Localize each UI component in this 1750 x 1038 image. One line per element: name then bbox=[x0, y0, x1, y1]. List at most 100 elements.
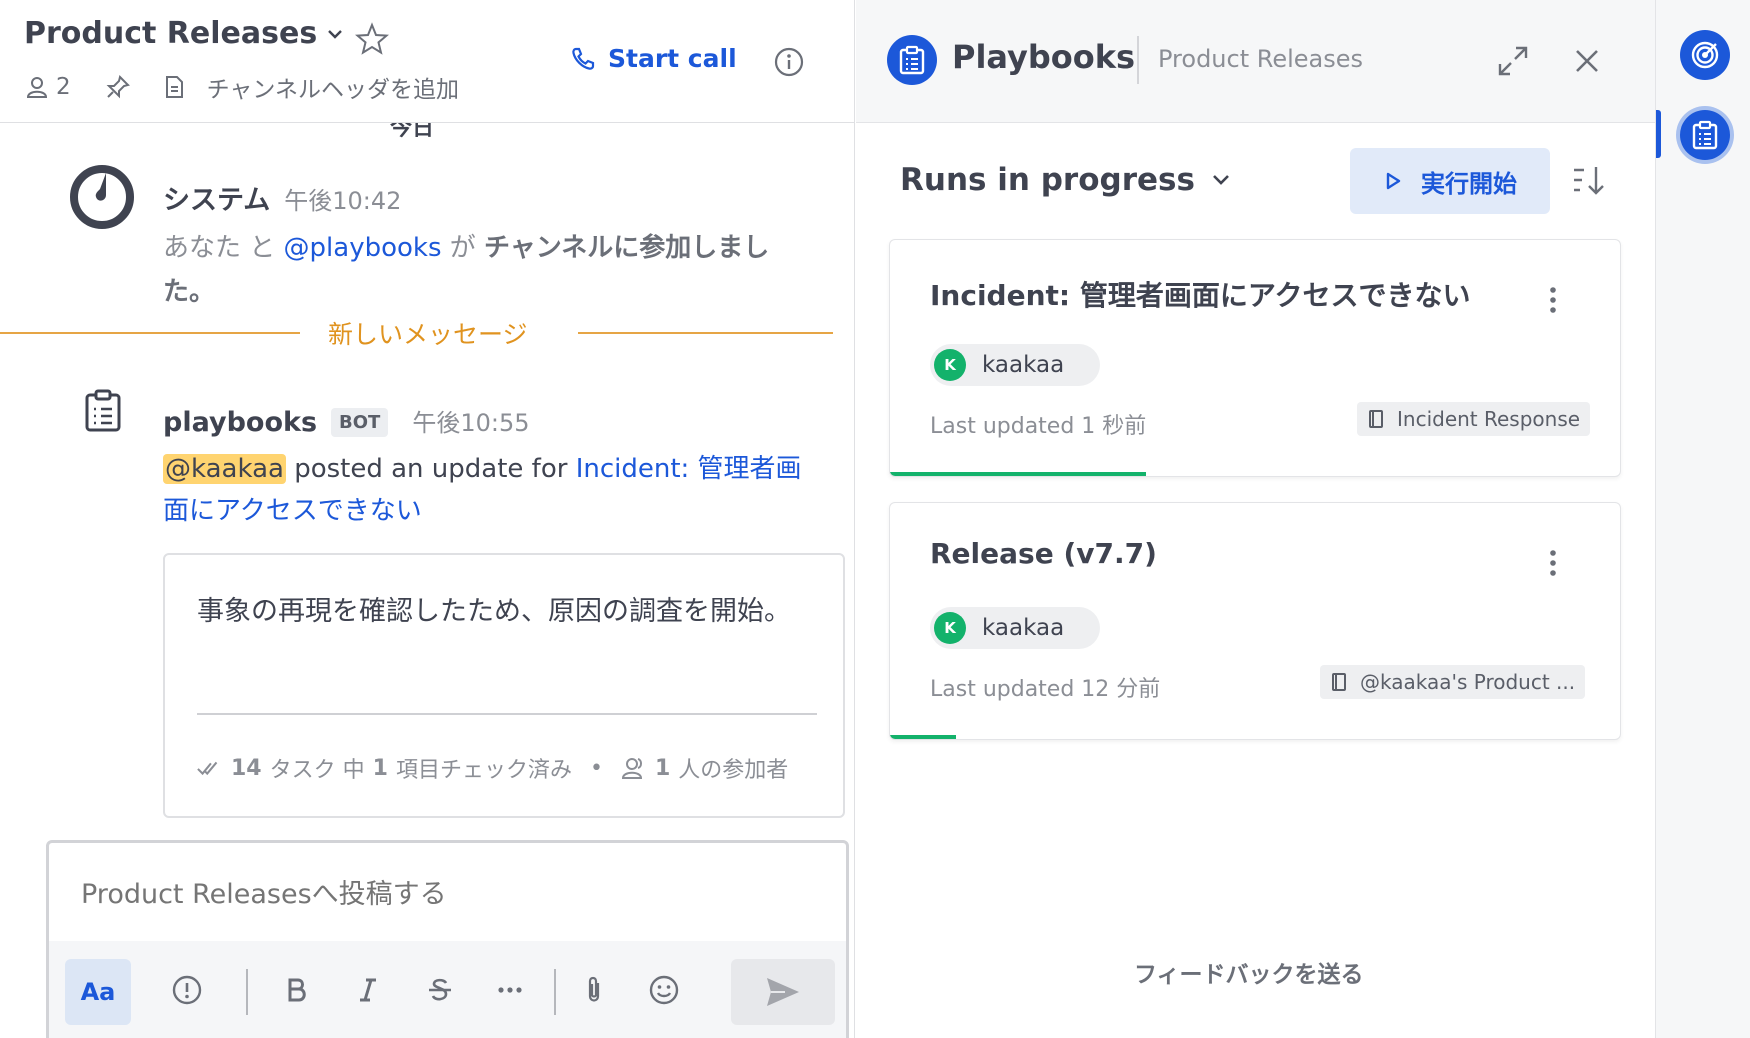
system-post-text: あなた と @playbooks が チャンネルに参加しました。 bbox=[163, 226, 783, 314]
more-vertical-icon[interactable] bbox=[1546, 284, 1560, 316]
target-icon bbox=[1691, 41, 1719, 69]
post-author[interactable]: システム bbox=[163, 178, 270, 217]
chevron-down-icon bbox=[1213, 175, 1229, 185]
active-indicator bbox=[1656, 110, 1661, 158]
post-text: posted an update for bbox=[285, 454, 576, 484]
add-channel-header-link[interactable]: チャンネルヘッダを追加 bbox=[207, 70, 459, 104]
bot-post-header: playbooks BOT 午後10:55 bbox=[163, 403, 530, 440]
alert-circle-icon bbox=[172, 975, 202, 1005]
formatting-toolbar: Aa bbox=[49, 941, 846, 1038]
paperclip-icon bbox=[588, 976, 600, 1002]
favorite-star-icon[interactable] bbox=[355, 22, 389, 56]
playbooks-mention-link[interactable]: @playbooks bbox=[284, 233, 442, 263]
more-horizontal-icon bbox=[498, 987, 522, 993]
participants-text: 人の参加者 bbox=[678, 758, 789, 783]
channel-title: Product Releases bbox=[24, 16, 318, 51]
run-title[interactable]: Release (v7.7) bbox=[930, 537, 1157, 570]
pin-icon[interactable] bbox=[105, 74, 131, 100]
new-messages-separator: 新しいメッセージ bbox=[0, 315, 833, 349]
kaakaa-mention[interactable]: @kaakaa bbox=[163, 454, 286, 484]
run-card[interactable]: Incident: 管理者画面にアクセスできない K kaakaa Last u… bbox=[889, 239, 1621, 477]
header-divider bbox=[1137, 36, 1139, 84]
formatting-toggle-button[interactable]: Aa bbox=[65, 959, 131, 1025]
post-time[interactable]: 午後10:55 bbox=[412, 403, 529, 438]
close-icon[interactable] bbox=[1570, 44, 1604, 78]
priority-button[interactable] bbox=[156, 959, 218, 1021]
post-author[interactable]: playbooks bbox=[163, 407, 317, 438]
update-text: 事象の再現を確認したため、原因の調査を開始。 bbox=[197, 596, 791, 627]
runs-filter-dropdown[interactable]: Runs in progress bbox=[900, 162, 1233, 198]
playbook-tag[interactable]: Incident Response bbox=[1357, 402, 1591, 436]
run-card[interactable]: Release (v7.7) K kaakaa Last updated 12 … bbox=[889, 502, 1621, 740]
play-icon bbox=[1386, 172, 1401, 190]
playbook-tag[interactable]: @kaakaa's Product ... bbox=[1320, 665, 1586, 699]
strikethrough-icon bbox=[429, 978, 451, 1001]
send-feedback-link[interactable]: フィードバックを送る bbox=[1134, 955, 1364, 989]
more-formatting-button[interactable] bbox=[479, 959, 541, 1021]
book-icon bbox=[1332, 673, 1346, 691]
run-owner[interactable]: K kaakaa bbox=[930, 607, 1101, 649]
emoji-icon bbox=[649, 975, 679, 1005]
last-updated: Last updated 12 分前 bbox=[930, 677, 1161, 702]
info-icon[interactable] bbox=[773, 46, 805, 78]
message-composer: Aa bbox=[46, 840, 849, 1038]
emoji-button[interactable] bbox=[633, 959, 695, 1021]
playbooks-panel-header: Playbooks Product Releases bbox=[856, 0, 1655, 123]
owner-name: kaakaa bbox=[982, 615, 1065, 641]
tasks-count: 14 bbox=[231, 755, 262, 781]
send-button[interactable] bbox=[731, 959, 835, 1025]
app-bar-focalboard[interactable] bbox=[1680, 30, 1730, 80]
send-icon bbox=[767, 978, 799, 1006]
more-vertical-icon[interactable] bbox=[1546, 547, 1560, 579]
clipboard-icon bbox=[1692, 120, 1718, 150]
clipboard-icon bbox=[899, 45, 925, 75]
system-avatar bbox=[70, 165, 134, 229]
file-icon[interactable] bbox=[161, 74, 187, 100]
expand-icon[interactable] bbox=[1496, 44, 1530, 78]
playbook-name: Incident Response bbox=[1397, 407, 1581, 431]
start-run-button[interactable]: 実行開始 bbox=[1350, 148, 1550, 214]
status-update-card: 事象の再現を確認したため、原因の調査を開始。 14 タスク 中 1 項目チェック… bbox=[163, 553, 845, 818]
update-footer: 14 タスク 中 1 項目チェック済み • 1 人の参加者 bbox=[197, 752, 788, 784]
member-count[interactable]: 2 bbox=[56, 74, 71, 100]
app-bar-playbooks[interactable] bbox=[1680, 110, 1730, 160]
panel-channel-name: Product Releases bbox=[1158, 45, 1364, 73]
italic-button[interactable] bbox=[337, 959, 399, 1021]
system-post-header: システム 午後10:42 bbox=[163, 178, 401, 217]
participants-count: 1 bbox=[654, 755, 671, 781]
channel-view: Product Releases 2 チャンネルヘッダを追加 Start cal… bbox=[0, 0, 855, 1038]
panel-title: Playbooks bbox=[952, 38, 1136, 76]
attach-file-button[interactable] bbox=[563, 959, 625, 1021]
playbooks-logo bbox=[887, 35, 937, 85]
last-updated: Last updated 1 秒前 bbox=[930, 414, 1147, 439]
run-title[interactable]: Incident: 管理者画面にアクセスできない bbox=[930, 274, 1470, 314]
channel-title-button[interactable]: Product Releases bbox=[24, 16, 345, 51]
channel-header: Product Releases 2 チャンネルヘッダを追加 Start cal… bbox=[0, 0, 854, 123]
owner-avatar: K bbox=[934, 349, 966, 381]
strikethrough-button[interactable] bbox=[409, 959, 471, 1021]
phone-icon bbox=[572, 47, 595, 70]
channel-meta: 2 チャンネルヘッダを追加 bbox=[24, 70, 459, 104]
start-run-label: 実行開始 bbox=[1421, 169, 1517, 198]
bold-icon bbox=[288, 978, 306, 1002]
members-icon[interactable] bbox=[24, 74, 50, 100]
new-messages-label: 新しいメッセージ bbox=[328, 320, 528, 349]
sort-icon[interactable] bbox=[1570, 162, 1606, 198]
playbook-name: @kaakaa's Product ... bbox=[1360, 670, 1576, 694]
start-call-label: Start call bbox=[608, 44, 737, 73]
owner-avatar: K bbox=[934, 612, 966, 644]
double-check-icon bbox=[197, 761, 218, 776]
run-progress-bar bbox=[890, 472, 1146, 476]
bot-post-text: @kaakaa posted an update for Incident: 管… bbox=[163, 448, 813, 532]
message-input[interactable] bbox=[81, 879, 801, 910]
italic-icon bbox=[360, 978, 376, 1002]
bold-button[interactable] bbox=[265, 959, 327, 1021]
text-and: と bbox=[241, 233, 284, 263]
app-bar bbox=[1655, 0, 1750, 1038]
toolbar-divider bbox=[554, 969, 556, 1015]
post-time[interactable]: 午後10:42 bbox=[284, 181, 401, 216]
run-owner[interactable]: K kaakaa bbox=[930, 344, 1101, 386]
start-call-button[interactable]: Start call bbox=[570, 44, 737, 73]
bullet-separator: • bbox=[589, 755, 603, 781]
separator-line bbox=[0, 332, 300, 334]
